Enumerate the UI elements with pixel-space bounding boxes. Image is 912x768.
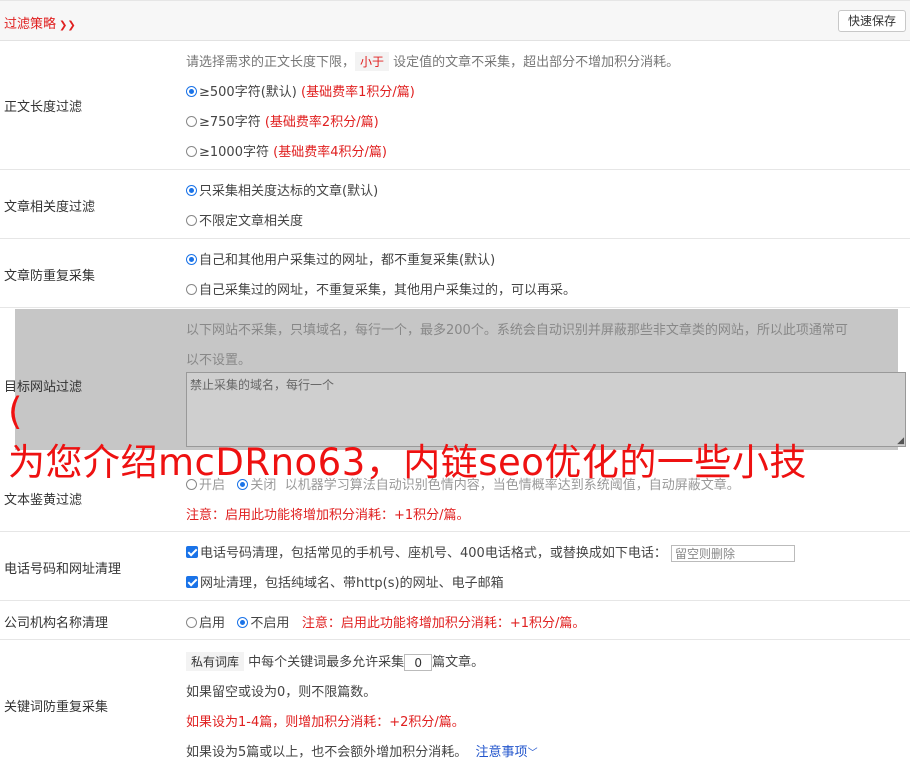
checkbox-checked-icon[interactable] [186, 576, 198, 588]
duplicate-filter-row: 文章防重复采集 自己和其他用户采集过的网址，都不重复采集(默认) 自己采集过的网… [0, 239, 910, 308]
contact-filter-label: 电话号码和网址清理 [4, 562, 122, 577]
keyword-line-3: 如果设为1-4篇，则增加积分消耗：+2积分/篇。 [186, 715, 465, 730]
replacement-phone-input[interactable]: 留空则删除 [670, 545, 795, 562]
org-filter-options: 启用 不启用 注意：启用此功能将增加积分消耗：+1积分/篇。 [186, 612, 585, 631]
watermark-text: 为您介绍mcDRno63，内链seo优化的一些小技 [8, 441, 807, 484]
contact-filter-row: 电话号码和网址清理 电话号码清理，包括常见的手机号、座机号、400电话格式，或替… [0, 532, 910, 601]
phone-clean-option[interactable]: 电话号码清理，包括常见的手机号、座机号、400电话格式，或替换成如下电话： 留空… [186, 542, 795, 562]
porn-filter-label: 文本鉴黄过滤 [4, 493, 83, 508]
checkbox-checked-icon[interactable] [186, 546, 198, 558]
less-than-tag: 小于 [355, 52, 390, 71]
length-option-500[interactable]: ≥500字符(默认) (基础费率1积分/篇) [186, 81, 415, 100]
keyword-limit-input[interactable]: 0 [404, 654, 433, 671]
filter-title[interactable]: 过滤策略 ❯❯ [4, 13, 76, 32]
radio-on-icon[interactable] [237, 617, 249, 628]
org-filter-label: 公司机构名称清理 [4, 616, 109, 631]
keyword-filter-label: 关键词防重复采集 [4, 700, 109, 715]
radio-off-icon[interactable] [186, 215, 197, 226]
length-filter-row: 正文长度过滤 请选择需求的正文长度下限， 小于 设定值的文章不采集，超出部分不增加… [0, 40, 910, 170]
radio-off-icon[interactable] [186, 116, 197, 127]
duplicate-option-all[interactable]: 自己和其他用户采集过的网址，都不重复采集(默认) [186, 249, 495, 268]
notes-link[interactable]: 注意事项﹀ [476, 745, 538, 760]
keyword-line-2: 如果留空或设为0，则不限篇数。 [186, 685, 377, 700]
quick-save-button[interactable]: 快速保存 [837, 10, 906, 32]
porn-filter-note: 注意：启用此功能将增加积分消耗：+1积分/篇。 [186, 508, 470, 523]
blocked-domains-textarea[interactable]: 禁止采集的域名，每行一个 ◢ [186, 372, 906, 447]
filter-header: 过滤策略 ❯❯ 快速保存 [0, 0, 910, 41]
site-filter-desc-1: 以下网站不采集，只填域名，每行一个，最多200个。系统会自动识别并屏蔽那些非文章… [186, 323, 848, 338]
keyword-line-4: 如果设为5篇或以上，也不会额外增加积分消耗。 注意事项﹀ [186, 745, 538, 760]
length-option-1000[interactable]: ≥1000字符 (基础费率4积分/篇) [186, 141, 387, 160]
duplicate-option-self[interactable]: 自己采集过的网址，不重复采集，其他用户采集过的，可以再采。 [186, 279, 576, 298]
chevron-down-icon: ﹀ [527, 748, 538, 759]
resize-handle-icon[interactable]: ◢ [897, 436, 904, 446]
relevance-option-strict[interactable]: 只采集相关度达标的文章(默认) [186, 180, 378, 199]
double-chevron-down-icon: ❯❯ [59, 20, 76, 31]
keyword-filter-row: 关键词防重复采集 私有词库 中每个关键词最多允许采集 0 篇文章。 如果留空或设为0… [0, 640, 910, 768]
radio-off-icon[interactable] [186, 617, 197, 628]
org-filter-note: 注意：启用此功能将增加积分消耗：+1积分/篇。 [301, 616, 586, 631]
watermark-paren: ( [8, 390, 23, 433]
site-filter-desc-2: 以不设置。 [186, 353, 252, 368]
radio-off-icon[interactable] [186, 284, 197, 295]
duplicate-filter-label: 文章防重复采集 [4, 269, 96, 284]
length-option-750[interactable]: ≥750字符 (基础费率2积分/篇) [186, 111, 379, 130]
keyword-limit-line: 私有词库 中每个关键词最多允许采集 0 篇文章。 [186, 651, 484, 671]
relevance-filter-row: 文章相关度过滤 只采集相关度达标的文章(默认) 不限定文章相关度 [0, 170, 910, 239]
radio-on-icon[interactable] [186, 185, 197, 196]
org-filter-row: 公司机构名称清理 启用 不启用 注意：启用此功能将增加积分消耗：+1积分/篇。 [0, 601, 910, 640]
length-filter-label: 正文长度过滤 [4, 100, 83, 115]
radio-on-icon[interactable] [186, 254, 197, 265]
radio-off-icon[interactable] [186, 146, 197, 157]
private-lexicon-tag[interactable]: 私有词库 [186, 652, 245, 671]
filter-title-text: 过滤策略 [4, 17, 57, 32]
radio-on-icon[interactable] [186, 86, 197, 97]
length-filter-desc: 请选择需求的正文长度下限， 小于 设定值的文章不采集，超出部分不增加积分消耗。 [186, 51, 679, 71]
relevance-filter-label: 文章相关度过滤 [4, 200, 96, 215]
url-clean-option[interactable]: 网址清理，包括纯域名、带http(s)的网址、电子邮箱 [186, 572, 504, 591]
relevance-option-any[interactable]: 不限定文章相关度 [186, 210, 303, 229]
